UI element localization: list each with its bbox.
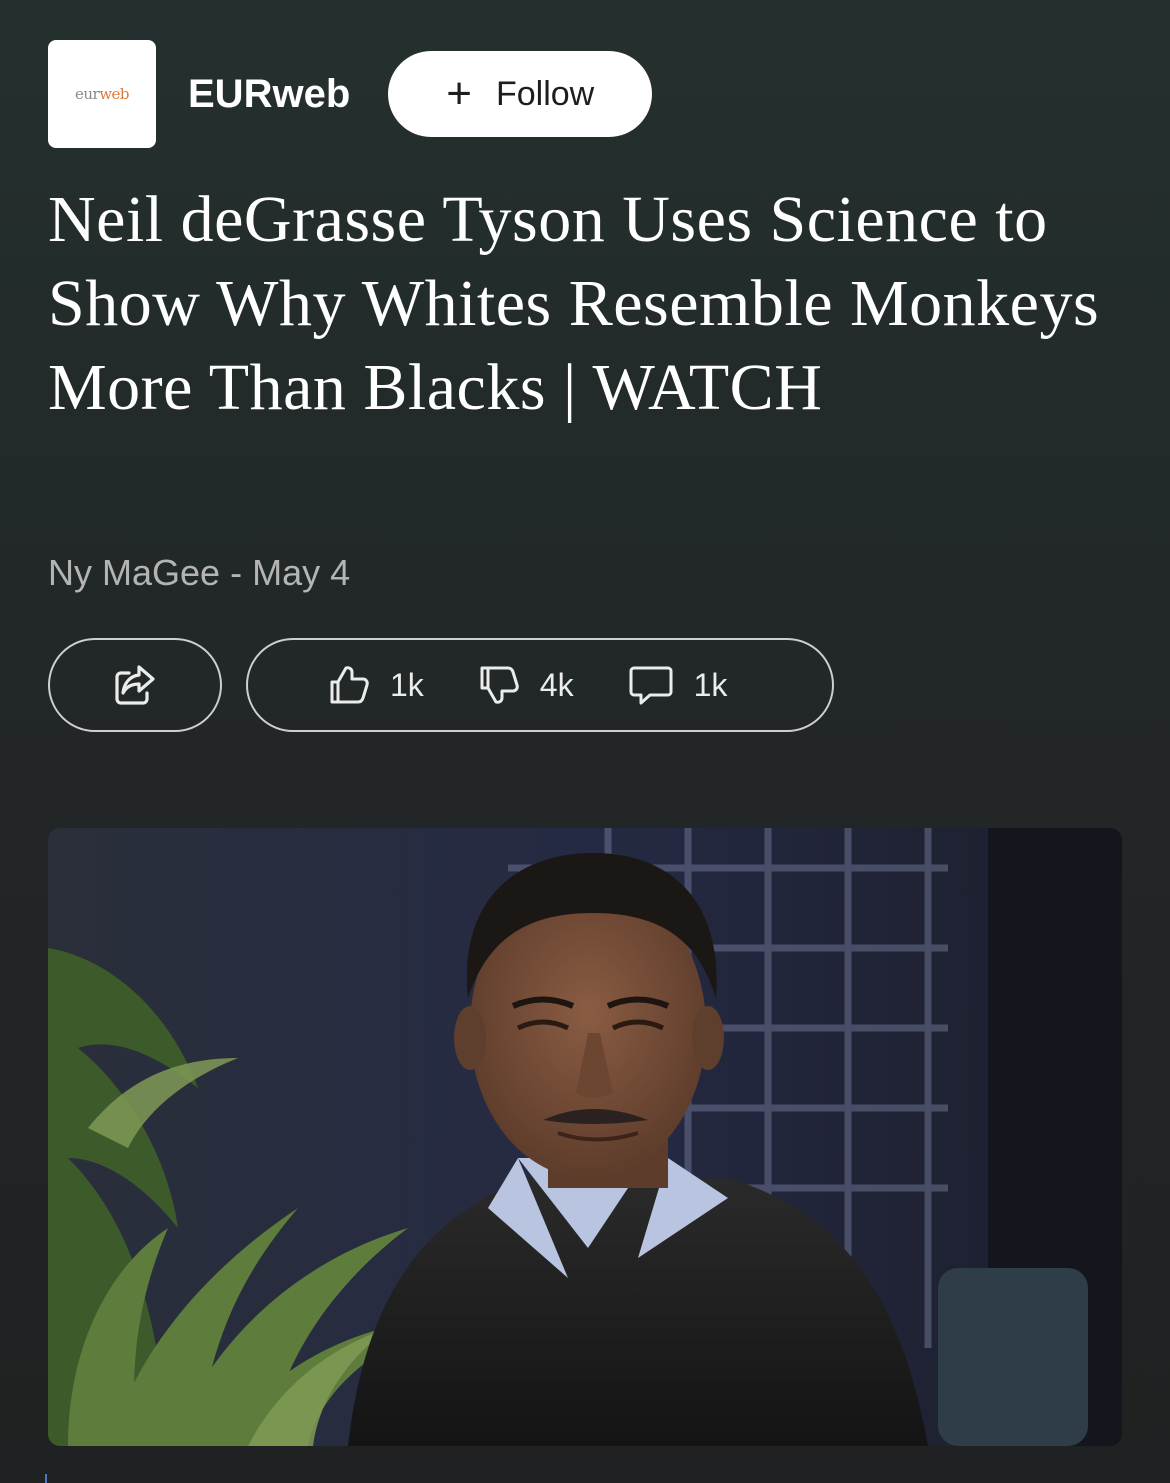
- dislike-count: 4k: [539, 666, 574, 703]
- article-byline: Ny MaGee - May 4: [48, 552, 350, 594]
- article-author: Ny MaGee: [48, 552, 221, 593]
- share-button[interactable]: [48, 638, 222, 732]
- article-headline[interactable]: Neil deGrasse Tyson Uses Science to Show…: [48, 178, 1128, 430]
- comment-icon: [629, 666, 673, 705]
- caret-marker: [45, 1474, 47, 1483]
- article-hero-image[interactable]: [48, 828, 1122, 1446]
- like-button[interactable]: 1k: [326, 662, 424, 708]
- like-count: 1k: [390, 666, 424, 703]
- plus-icon: +: [446, 69, 472, 118]
- follow-button[interactable]: + Follow: [388, 51, 653, 137]
- publisher-row: eurweb EURweb + Follow: [48, 40, 653, 148]
- hero-photo-illustration: [48, 828, 1122, 1446]
- comments-button[interactable]: 1k: [626, 662, 728, 708]
- byline-separator: -: [230, 552, 243, 593]
- dislike-button[interactable]: 4k: [476, 662, 574, 708]
- comments-count: 1k: [693, 666, 728, 703]
- thumbs-down-icon: [480, 666, 519, 704]
- follow-label: Follow: [495, 74, 595, 113]
- publisher-logo-wordmark: eurweb: [74, 85, 130, 103]
- reactions-bar: 1k 4k 1k: [246, 638, 834, 732]
- article-date: May 4: [252, 552, 351, 593]
- publisher-logo[interactable]: eurweb: [48, 40, 156, 148]
- share-icon: [115, 665, 155, 705]
- thumbs-up-icon: [330, 666, 369, 704]
- publisher-name[interactable]: EURweb: [188, 72, 350, 117]
